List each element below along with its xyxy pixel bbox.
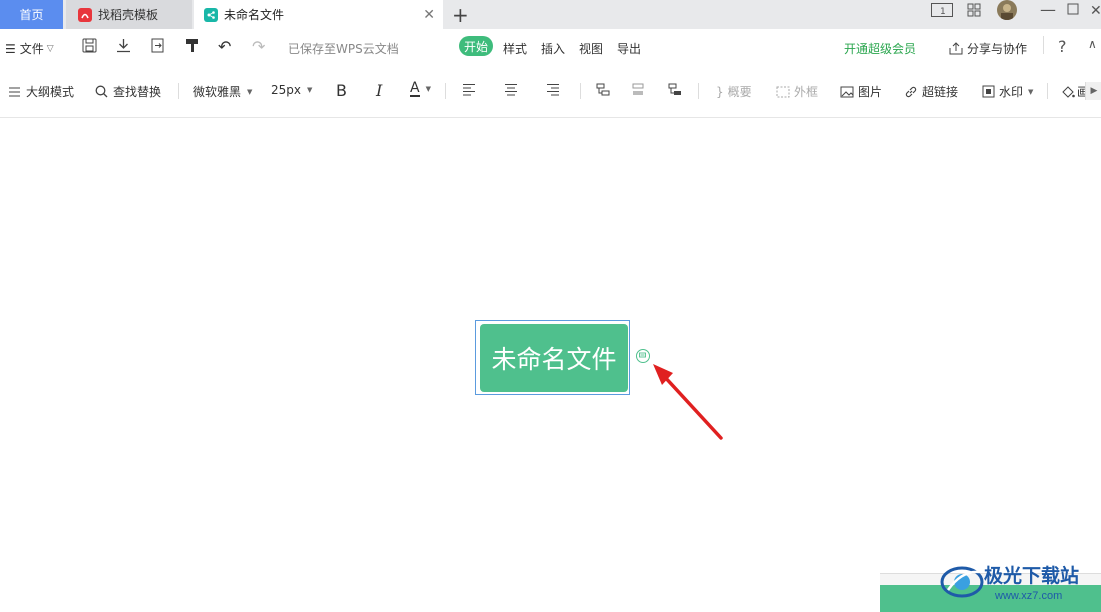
dropdown-arrow-icon: ▼: [247, 87, 253, 96]
apps-grid-icon[interactable]: [967, 3, 981, 21]
hyperlink-button[interactable]: 超链接: [904, 83, 958, 100]
share-icon: [949, 42, 963, 55]
minimize-icon[interactable]: —: [1040, 0, 1056, 19]
image-icon: [840, 86, 854, 97]
divider: [445, 83, 446, 99]
redo-icon[interactable]: ↷: [252, 37, 265, 56]
insert-image-button[interactable]: 图片: [840, 83, 882, 100]
summary-label: 概要: [727, 85, 752, 99]
watermark-url: www.xz7.com: [995, 590, 1063, 602]
outline-mode-label: 大纲模式: [26, 85, 75, 99]
save-icon[interactable]: [82, 38, 97, 56]
maximize-icon[interactable]: [1067, 3, 1079, 19]
divider: [1043, 36, 1044, 54]
align-left-icon[interactable]: [462, 83, 476, 96]
watermark-text: 极光下载站: [984, 565, 1080, 587]
svg-text:1: 1: [940, 7, 946, 17]
italic-button[interactable]: I: [376, 81, 382, 100]
find-replace-button[interactable]: 查找替换: [95, 83, 161, 100]
tab-bar: 首页 找稻壳模板 未命名文件 ✕ + 1 — ✕: [0, 0, 1101, 29]
frame-button[interactable]: 外框: [776, 83, 818, 100]
new-tab-icon[interactable]: +: [452, 3, 469, 27]
font-family-select[interactable]: 微软雅黑 ▼: [193, 83, 252, 100]
find-replace-label: 查找替换: [113, 85, 162, 99]
format-toolbar: 大纲模式 查找替换 微软雅黑 ▼ 25px ▼ B I A ▼ } 概要 外框 …: [0, 65, 1101, 118]
dropdown-arrow-icon: ▼: [307, 86, 313, 94]
share-button[interactable]: 分享与协作: [949, 40, 1027, 57]
docer-logo-icon: [78, 7, 92, 22]
scroll-right-icon[interactable]: ▶: [1085, 82, 1101, 100]
menu-bar: ☰ 文件 ▽ ↶ ↷ 已保存至WPS云文档 开始 样式 插入 视图 导出 开通超…: [0, 29, 1101, 65]
tab-home-label: 首页: [19, 8, 44, 22]
ribbon-tab-style[interactable]: 样式: [503, 40, 527, 57]
popup-banner[interactable]: [880, 585, 1101, 612]
font-family-value: 微软雅黑: [193, 85, 242, 99]
image-label: 图片: [858, 85, 883, 99]
user-avatar[interactable]: [997, 0, 1017, 20]
divider: [580, 83, 581, 99]
ribbon-tab-insert[interactable]: 插入: [541, 40, 565, 57]
watermark-label: 水印: [999, 85, 1024, 99]
watermark-button[interactable]: 水印 ▼: [982, 83, 1033, 100]
file-menu[interactable]: ☰ 文件 ▽: [5, 40, 54, 57]
annotation-arrow: [653, 364, 723, 440]
insert-child-node-icon[interactable]: [596, 83, 610, 96]
tab-document-label: 未命名文件: [224, 8, 285, 22]
font-color-icon: A: [410, 80, 420, 97]
export-file-icon[interactable]: [150, 38, 165, 56]
bold-button[interactable]: B: [336, 81, 347, 100]
chevron-down-icon: ▽: [46, 43, 54, 54]
tab-template[interactable]: 找稻壳模板: [66, 0, 192, 29]
collapse-ribbon-icon[interactable]: ∧: [1088, 37, 1097, 51]
save-status: 已保存至WPS云文档: [288, 42, 399, 56]
help-icon[interactable]: ?: [1058, 37, 1067, 56]
file-menu-label: 文件: [19, 42, 44, 56]
outline-mode-button[interactable]: 大纲模式: [8, 83, 74, 100]
tab-home[interactable]: 首页: [0, 0, 63, 29]
insert-parent-node-icon[interactable]: [668, 83, 682, 96]
window-layout-icon[interactable]: 1: [931, 3, 953, 21]
dropdown-arrow-icon: ▼: [1028, 87, 1034, 96]
search-icon: [95, 85, 108, 98]
divider: [698, 83, 699, 99]
hyperlink-label: 超链接: [922, 85, 959, 99]
font-color-button[interactable]: A ▼: [410, 81, 431, 97]
vip-upgrade-link[interactable]: 开通超级会员: [844, 40, 916, 57]
frame-icon: [776, 86, 790, 97]
dropdown-arrow-icon: ▼: [425, 85, 431, 93]
share-label: 分享与协作: [967, 42, 1028, 56]
close-tab-icon[interactable]: ✕: [423, 7, 435, 23]
hamburger-icon: ☰: [5, 41, 16, 56]
align-right-icon[interactable]: [546, 83, 560, 96]
list-icon: [9, 87, 20, 96]
insert-sibling-node-icon[interactable]: [631, 83, 645, 96]
download-icon[interactable]: [116, 38, 131, 56]
frame-label: 外框: [794, 85, 819, 99]
root-topic-label: 未命名文件: [491, 345, 617, 374]
site-logo-icon: [940, 566, 984, 598]
font-size-value: 25px: [271, 83, 301, 97]
summary-button[interactable]: } 概要: [716, 83, 752, 100]
root-topic-node[interactable]: 未命名文件: [480, 324, 628, 392]
watermark-icon: [982, 85, 995, 98]
divider: [1047, 83, 1048, 99]
summary-brace-icon: }: [716, 84, 724, 99]
close-window-icon[interactable]: ✕: [1090, 3, 1101, 19]
format-painter-icon[interactable]: [185, 38, 200, 56]
paint-bucket-icon: [1062, 85, 1075, 98]
tab-document[interactable]: 未命名文件 ✕: [194, 0, 443, 29]
link-icon: [905, 86, 917, 97]
divider: [178, 83, 179, 99]
font-size-select[interactable]: 25px ▼: [271, 83, 312, 97]
ribbon-tab-view[interactable]: 视图: [579, 40, 603, 57]
mindmap-file-icon: [204, 7, 218, 22]
align-center-icon[interactable]: [504, 83, 518, 96]
tab-template-label: 找稻壳模板: [98, 8, 159, 22]
ribbon-tab-export[interactable]: 导出: [617, 40, 641, 57]
ribbon-tab-start[interactable]: 开始: [459, 36, 493, 56]
undo-icon[interactable]: ↶: [218, 37, 231, 56]
